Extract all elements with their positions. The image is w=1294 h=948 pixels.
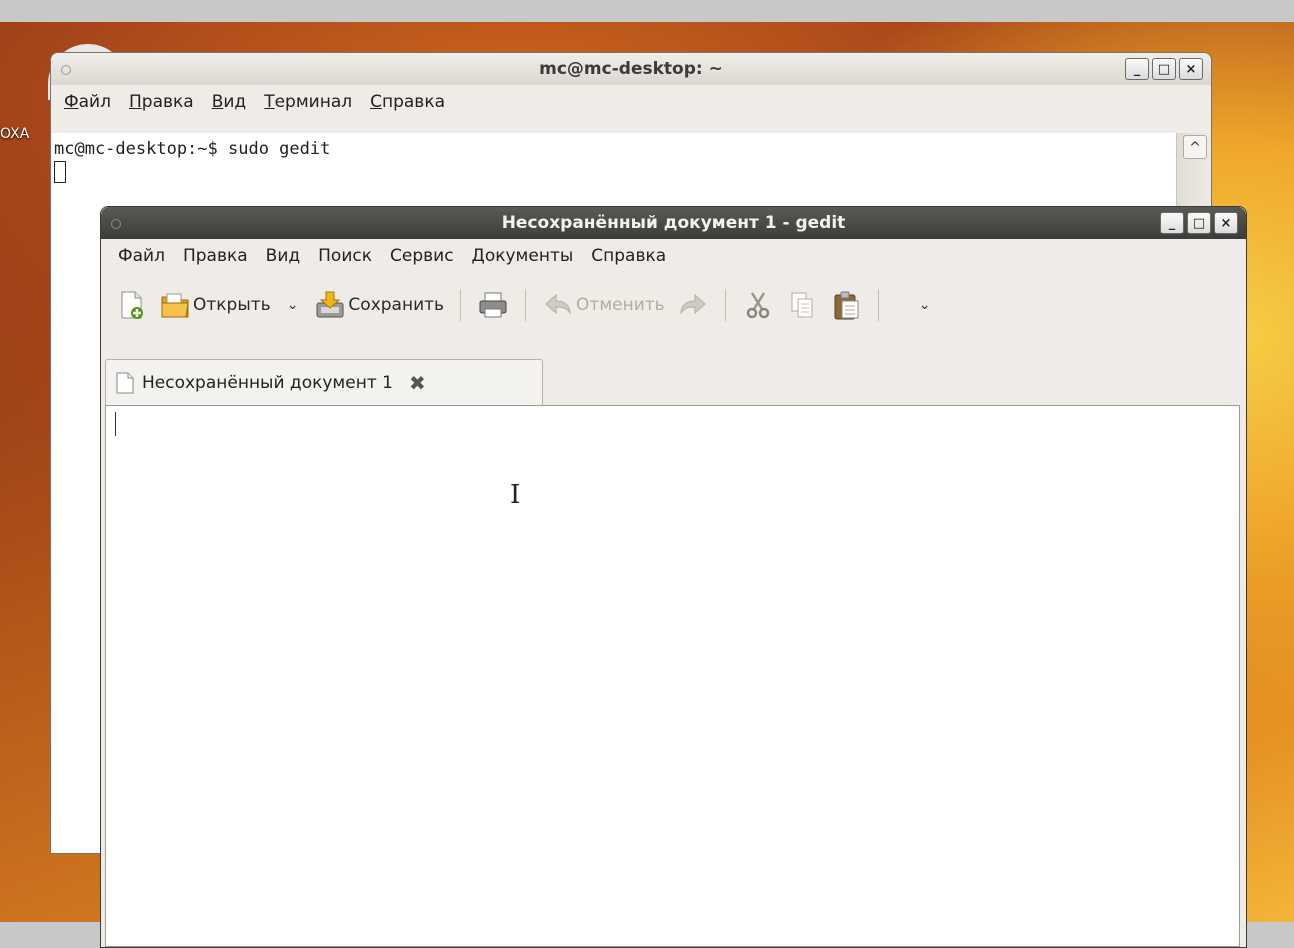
- menu-view[interactable]: Вид: [257, 246, 309, 266]
- text-editor-area[interactable]: I: [105, 405, 1240, 947]
- window-menu-icon[interactable]: [111, 219, 121, 229]
- menu-documents[interactable]: Документы: [463, 246, 583, 266]
- gedit-toolbar: Открыть ⌄ Сохранить Отменить ⌄: [109, 277, 1246, 333]
- new-document-icon: [121, 291, 143, 319]
- gedit-title: Несохранённый документ 1 - gedit: [501, 213, 846, 233]
- terminal-prompt-line: mc@mc-desktop:~$ sudo gedit: [54, 139, 331, 159]
- minimize-button[interactable]: _: [1160, 212, 1184, 234]
- text-document-icon: [116, 372, 134, 393]
- close-tab-icon[interactable]: ✖: [409, 371, 426, 395]
- undo-icon: [545, 293, 571, 315]
- print-button[interactable]: [471, 284, 515, 326]
- menu-terminal[interactable]: Терминал: [255, 92, 361, 112]
- copy-button[interactable]: [780, 284, 824, 326]
- open-button[interactable]: Открыть: [153, 284, 277, 326]
- redo-button[interactable]: [671, 284, 715, 326]
- menu-tools[interactable]: Сервис: [381, 246, 463, 266]
- save-button-label: Сохранить: [348, 295, 445, 315]
- text-caret: [115, 412, 116, 436]
- terminal-menubar: Файл Правка Вид Терминал Справка: [55, 85, 1211, 119]
- menu-edit[interactable]: Правка: [120, 92, 203, 112]
- menu-file[interactable]: Файл: [55, 92, 120, 112]
- recent-files-dropdown[interactable]: ⌄: [277, 297, 309, 313]
- minimize-button[interactable]: _: [1125, 58, 1149, 80]
- toolbar-separator: [724, 289, 726, 321]
- document-tabs: Несохранённый документ 1 ✖: [105, 359, 1246, 405]
- maximize-button[interactable]: □: [1152, 58, 1176, 80]
- gedit-window: Несохранённый документ 1 - gedit _ □ × Ф…: [100, 206, 1247, 948]
- paste-button[interactable]: [824, 284, 868, 326]
- menu-help[interactable]: Справка: [582, 246, 675, 266]
- maximize-button[interactable]: □: [1187, 212, 1211, 234]
- menu-view[interactable]: Вид: [203, 92, 255, 112]
- redo-icon: [680, 293, 706, 315]
- menu-help[interactable]: Справка: [361, 92, 454, 112]
- print-icon: [479, 292, 507, 318]
- cut-button[interactable]: [736, 284, 780, 326]
- folder-open-icon: [161, 293, 189, 318]
- toolbar-separator: [525, 289, 527, 321]
- undo-button[interactable]: Отменить: [536, 284, 671, 326]
- ibeam-cursor-icon: I: [510, 480, 521, 510]
- menu-search[interactable]: Поиск: [309, 246, 381, 266]
- scissors-icon: [746, 292, 769, 319]
- desktop-icon-label: OXA: [0, 126, 30, 142]
- scroll-up-arrow-icon[interactable]: ^: [1183, 135, 1207, 159]
- open-button-label: Открыть: [193, 295, 271, 315]
- terminal-window-controls: _ □ ×: [1125, 58, 1203, 80]
- toolbar-overflow-dropdown[interactable]: ⌄: [909, 297, 941, 313]
- save-icon: [316, 291, 344, 318]
- terminal-titlebar[interactable]: mc@mc-desktop: ~ _ □ ×: [51, 53, 1211, 85]
- toolbar-separator: [460, 289, 462, 321]
- save-button[interactable]: Сохранить: [308, 284, 450, 326]
- tab-label: Несохранённый документ 1: [142, 372, 393, 393]
- close-button[interactable]: ×: [1214, 212, 1238, 234]
- gedit-window-controls: _ □ ×: [1160, 212, 1238, 234]
- terminal-cursor: [54, 161, 66, 183]
- gedit-titlebar[interactable]: Несохранённый документ 1 - gedit _ □ ×: [101, 207, 1246, 239]
- paste-icon: [834, 291, 859, 320]
- copy-icon: [791, 292, 813, 318]
- tab-document-1[interactable]: Несохранённый документ 1 ✖: [105, 359, 543, 405]
- gedit-menubar: Файл Правка Вид Поиск Сервис Документы С…: [109, 239, 1246, 273]
- undo-button-label: Отменить: [576, 295, 665, 315]
- new-button[interactable]: [109, 284, 153, 326]
- menu-edit[interactable]: Правка: [174, 246, 257, 266]
- toolbar-separator: [877, 289, 879, 321]
- close-button[interactable]: ×: [1179, 58, 1203, 80]
- terminal-title: mc@mc-desktop: ~: [539, 59, 723, 79]
- window-menu-icon[interactable]: [61, 65, 71, 75]
- menu-file[interactable]: Файл: [109, 246, 174, 266]
